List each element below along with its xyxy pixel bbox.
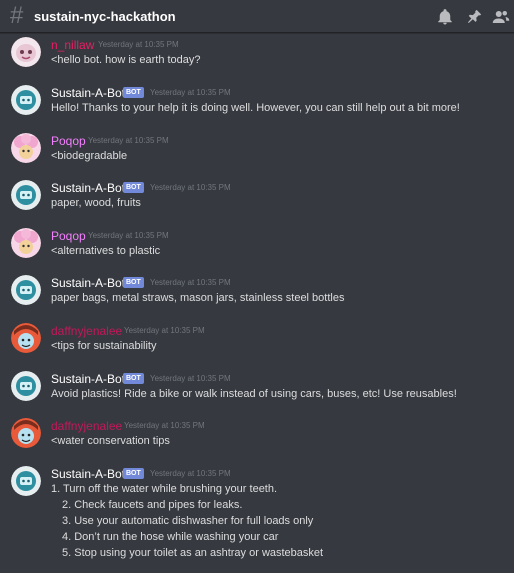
- message-text: <water conservation tips: [51, 435, 170, 447]
- timestamp: Yesterday at 10:35 PM: [88, 231, 169, 240]
- bot-avatar[interactable]: [11, 85, 41, 115]
- author-name[interactable]: Poqop: [51, 229, 86, 243]
- message-text: <tips for sustainability: [51, 340, 157, 352]
- bot-badge: BOT: [123, 182, 144, 193]
- list-item: 1. Turn off the water while brushing you…: [51, 483, 278, 495]
- bot-badge: BOT: [123, 87, 144, 98]
- author-name[interactable]: n_nillaw: [51, 38, 94, 52]
- message-text: <hello bot. how is earth today?: [51, 54, 201, 66]
- author-name[interactable]: Sustain-A-Bot: [51, 276, 125, 290]
- message-list: n_nillaw Yesterday at 10:35 PM <hello bo…: [0, 33, 514, 573]
- avatar[interactable]: [11, 133, 41, 163]
- timestamp: Yesterday at 10:35 PM: [124, 326, 205, 335]
- author-name[interactable]: Sustain-A-Bot: [51, 181, 125, 195]
- timestamp: Yesterday at 10:35 PM: [150, 374, 231, 383]
- author-name[interactable]: daffnyjenalee: [51, 419, 122, 433]
- author-name[interactable]: Sustain-A-Bot: [51, 467, 125, 481]
- list-item: 2. Check faucets and pipes for leaks.: [62, 499, 243, 511]
- channel-header: # sustain-nyc-hackathon: [0, 0, 514, 33]
- list-item: 5. Stop using your toilet as an ashtray …: [62, 547, 324, 559]
- author-name[interactable]: daffnyjenalee: [51, 324, 122, 338]
- pin-icon[interactable]: [465, 8, 483, 26]
- list-item: 3. Use your automatic dishwasher for ful…: [62, 515, 314, 527]
- message-text: Avoid plastics! Ride a bike or walk inst…: [51, 388, 457, 400]
- list-item: 4. Don’t run the hose while washing your…: [62, 531, 279, 543]
- author-name[interactable]: Sustain-A-Bot: [51, 86, 125, 100]
- timestamp: Yesterday at 10:35 PM: [150, 469, 231, 478]
- message-text: <alternatives to plastic: [51, 245, 161, 257]
- author-name[interactable]: Sustain-A-Bot: [51, 372, 125, 386]
- bot-avatar[interactable]: [11, 180, 41, 210]
- bot-badge: BOT: [123, 277, 144, 288]
- bot-avatar[interactable]: [11, 275, 41, 305]
- timestamp: Yesterday at 10:35 PM: [150, 183, 231, 192]
- avatar[interactable]: [11, 37, 41, 67]
- timestamp: Yesterday at 10:35 PM: [88, 136, 169, 145]
- hashtag-icon: #: [10, 2, 24, 29]
- bell-icon[interactable]: [436, 8, 454, 26]
- message-text: Hello! Thanks to your help it is doing w…: [51, 102, 460, 114]
- avatar[interactable]: [11, 323, 41, 353]
- bot-badge: BOT: [123, 468, 144, 479]
- channel-name: sustain-nyc-hackathon: [34, 9, 176, 24]
- members-icon[interactable]: [492, 8, 510, 26]
- bot-avatar[interactable]: [11, 371, 41, 401]
- message-text: paper bags, metal straws, mason jars, st…: [51, 292, 345, 304]
- bot-avatar[interactable]: [11, 466, 41, 496]
- timestamp: Yesterday at 10:35 PM: [150, 278, 231, 287]
- bot-badge: BOT: [123, 373, 144, 384]
- timestamp: Yesterday at 10:35 PM: [150, 88, 231, 97]
- avatar[interactable]: [11, 418, 41, 448]
- avatar[interactable]: [11, 228, 41, 258]
- timestamp: Yesterday at 10:35 PM: [124, 421, 205, 430]
- message-text: <biodegradable: [51, 150, 128, 162]
- author-name[interactable]: Poqop: [51, 134, 86, 148]
- message-text: paper, wood, fruits: [51, 197, 141, 209]
- timestamp: Yesterday at 10:35 PM: [98, 40, 179, 49]
